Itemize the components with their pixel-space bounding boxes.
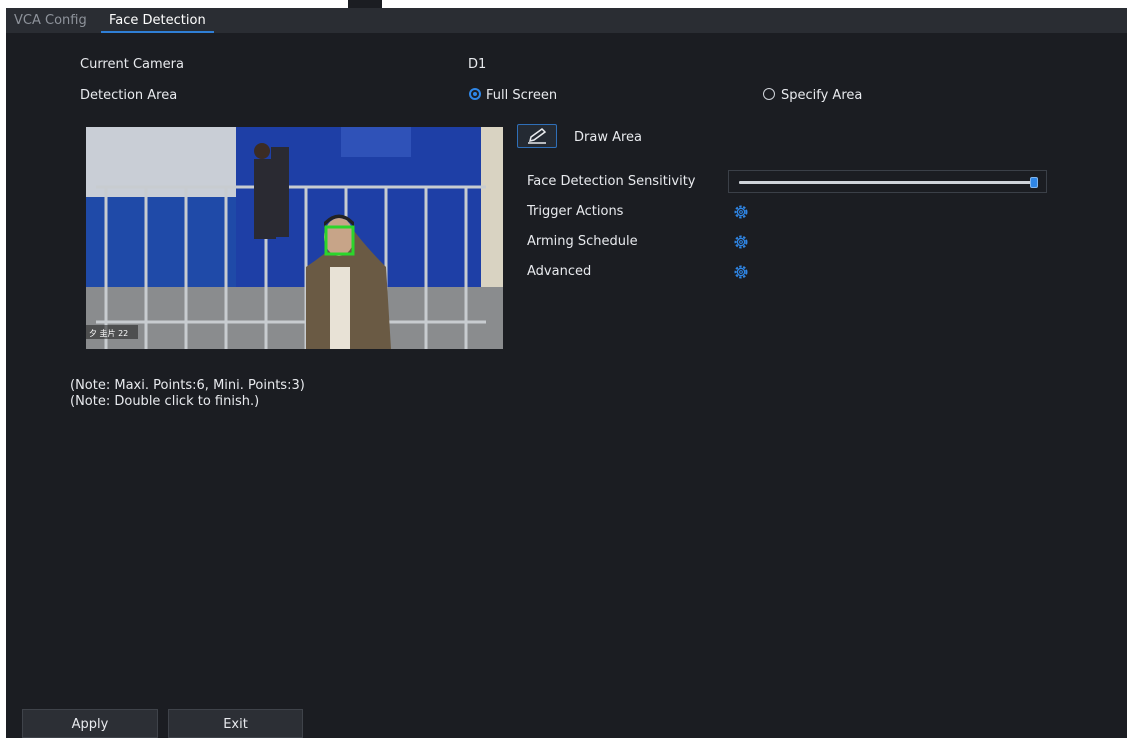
face-detection-window: VCA Config Face Detection Current Camera… [6, 8, 1127, 738]
osd-text: 夕 圭片 22 [89, 328, 128, 338]
tab-face-detection[interactable]: Face Detection [101, 8, 214, 33]
draw-area-button[interactable] [517, 124, 557, 148]
trigger-actions-label: Trigger Actions [527, 204, 624, 219]
camera-preview[interactable]: 夕 圭片 22 [86, 127, 503, 349]
specify-area-label[interactable]: Specify Area [781, 88, 862, 103]
current-camera-label: Current Camera [80, 57, 184, 72]
tab-bar: VCA Config Face Detection [6, 8, 1127, 33]
current-camera-value: D1 [468, 57, 487, 72]
arming-schedule-gear-icon[interactable] [733, 234, 749, 250]
trigger-actions-gear-icon[interactable] [733, 204, 749, 220]
tab-vca-config[interactable]: VCA Config [6, 8, 95, 33]
sensitivity-label: Face Detection Sensitivity [527, 174, 696, 189]
specify-area-radio[interactable] [763, 88, 775, 100]
advanced-label: Advanced [527, 264, 592, 279]
preview-image: 夕 圭片 22 [86, 127, 503, 349]
note-double-click: (Note: Double click to finish.) [70, 394, 260, 409]
pencil-icon [528, 128, 547, 144]
full-screen-radio[interactable] [469, 88, 481, 100]
sensitivity-slider[interactable] [728, 170, 1047, 193]
exit-button[interactable]: Exit [168, 709, 303, 738]
full-screen-label[interactable]: Full Screen [486, 88, 557, 103]
slider-track [739, 177, 1038, 188]
note-points: (Note: Maxi. Points:6, Mini. Points:3) [70, 378, 305, 393]
draw-area-label: Draw Area [574, 130, 643, 145]
advanced-gear-icon[interactable] [733, 264, 749, 280]
top-margin [0, 0, 1127, 8]
apply-button[interactable]: Apply [22, 709, 158, 738]
slider-fill [739, 181, 1034, 184]
detection-area-label: Detection Area [80, 88, 178, 103]
arming-schedule-label: Arming Schedule [527, 234, 638, 249]
slider-thumb[interactable] [1030, 177, 1038, 188]
